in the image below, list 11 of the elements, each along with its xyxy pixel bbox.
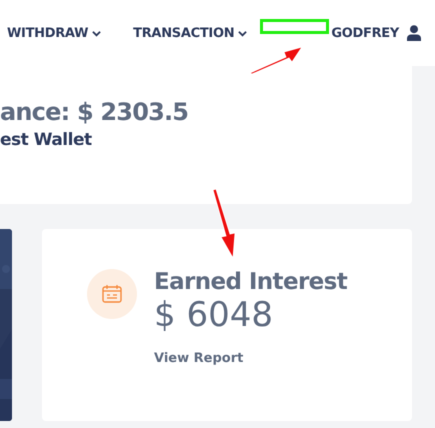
- user-icon[interactable]: [407, 25, 421, 41]
- nav-menu-link[interactable]: WITHDRAW: [7, 26, 102, 40]
- wallet-name: est Wallet: [0, 130, 93, 150]
- balance-amount: ance: $ 2303.5: [0, 98, 190, 126]
- nav-menu-link[interactable]: TRANSACTION: [133, 26, 248, 40]
- interest-amount: $ 6048: [154, 295, 274, 335]
- redaction-box: [260, 19, 329, 34]
- card-title: Earned Interest: [154, 269, 348, 295]
- calendar-icon: [87, 269, 137, 319]
- view-report-link[interactable]: View Report: [154, 351, 244, 366]
- user-name[interactable]: GODFREY: [331, 26, 399, 40]
